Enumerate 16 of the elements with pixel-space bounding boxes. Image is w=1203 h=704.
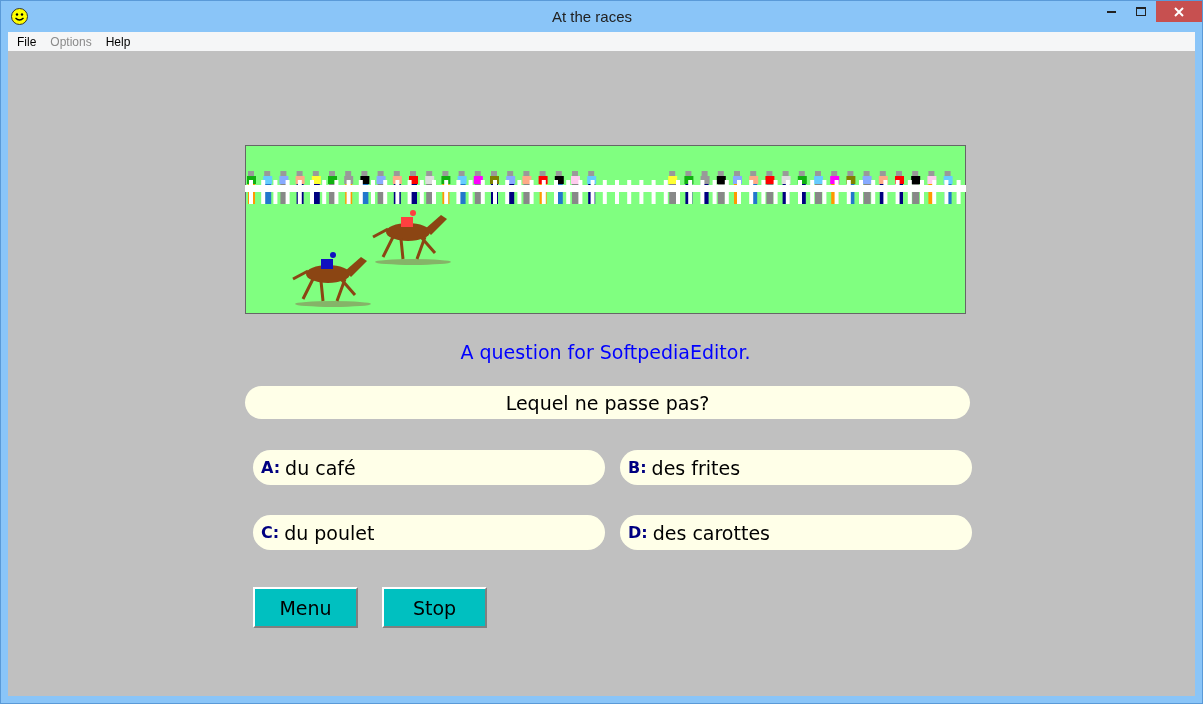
menu-button[interactable]: Menu (253, 587, 358, 628)
answer-option[interactable]: B: des frites (620, 450, 972, 485)
smiley-icon (11, 8, 28, 25)
minimize-icon (1106, 10, 1116, 13)
answer-option[interactable]: A: du café (253, 450, 605, 485)
maximize-icon (1136, 7, 1146, 16)
window-title: At the races (551, 8, 632, 25)
close-icon (1174, 6, 1184, 17)
stop-button[interactable]: Stop (382, 587, 487, 628)
answer-option[interactable]: C: du poulet (253, 515, 605, 550)
close-button[interactable] (1156, 1, 1202, 22)
menu-item[interactable]: File (10, 34, 44, 49)
answer-option[interactable]: D: des carottes (620, 515, 972, 550)
prompt-text: A question for SoftpediaEditor. (459, 341, 752, 363)
menu-item[interactable]: Help (98, 34, 138, 49)
question-text: Lequel ne passe pas? (245, 386, 970, 419)
